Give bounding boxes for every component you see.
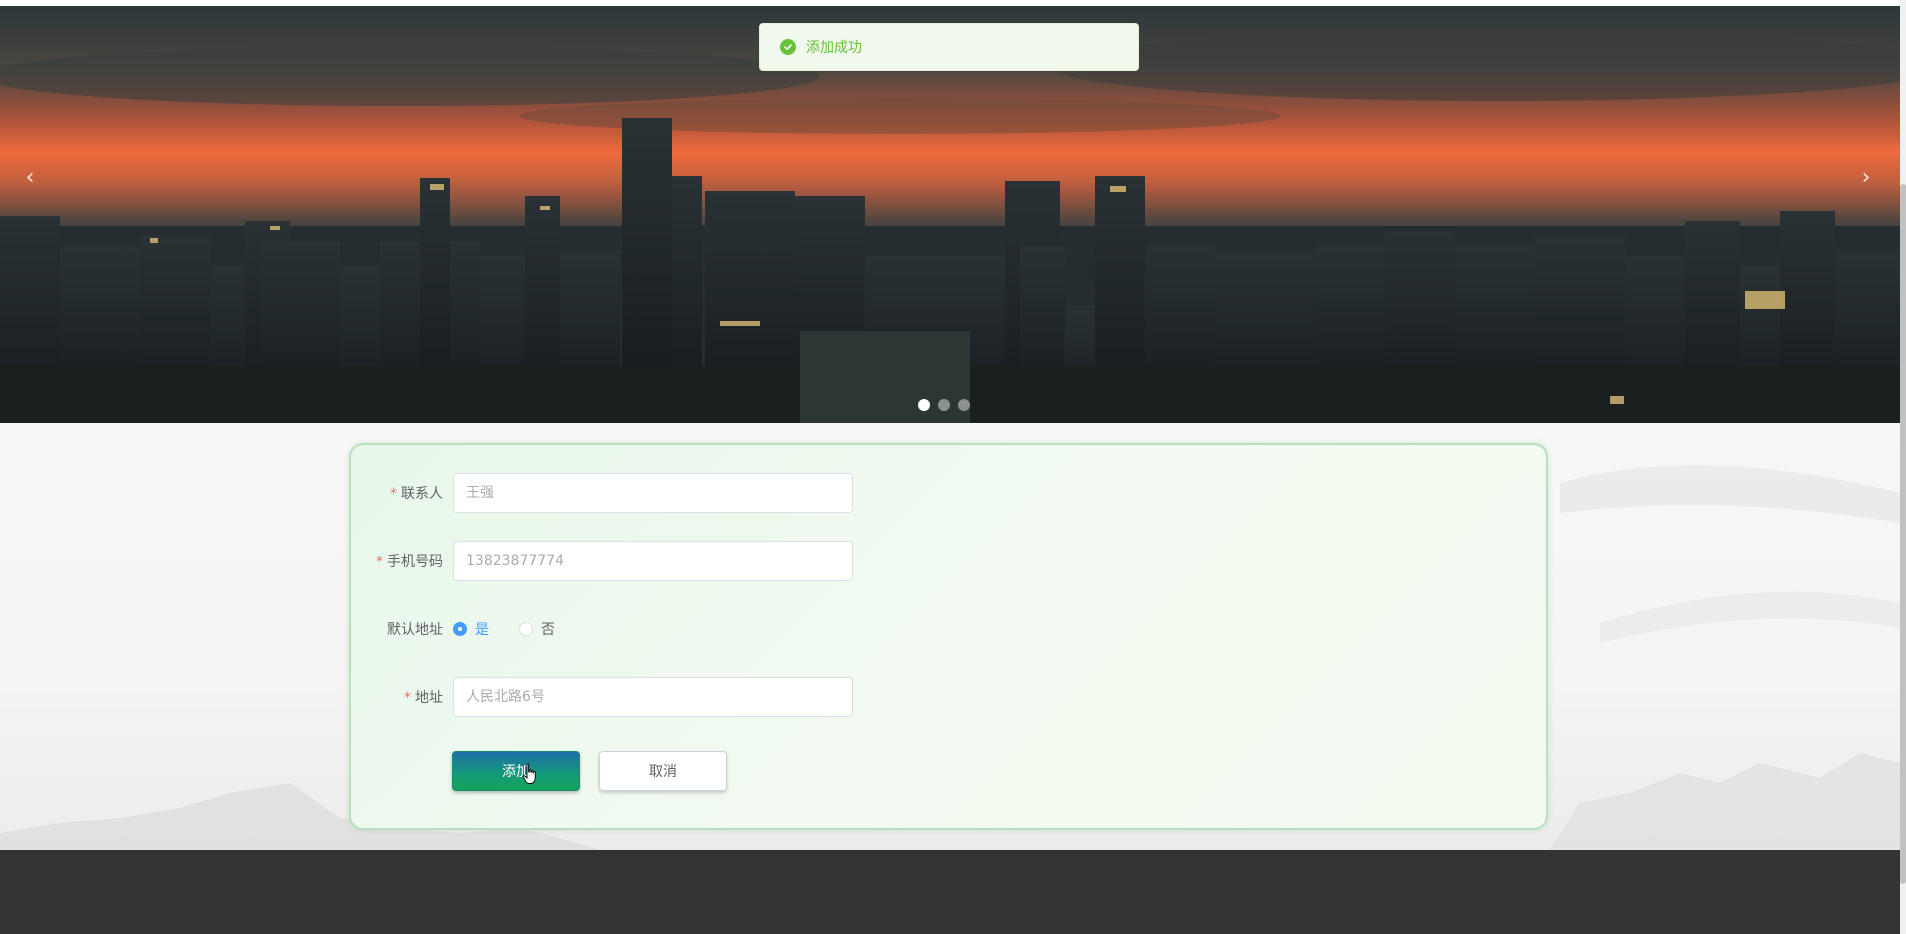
carousel-next-button[interactable]: › <box>1848 160 1884 196</box>
scrollbar-thumb[interactable] <box>1900 184 1906 884</box>
form-row-default-address: 默认地址 是 否 <box>351 609 585 649</box>
chevron-right-icon: › <box>1861 165 1871 190</box>
address-label: * 地址 <box>351 687 453 707</box>
carousel-prev-button[interactable]: ‹ <box>12 160 48 196</box>
toast-message: 添加成功 <box>806 40 862 56</box>
required-mark: * <box>390 486 397 502</box>
address-input[interactable] <box>453 677 853 717</box>
page: ‹ › 添加成功 * 联系人 王强 * 手机号码 13823877774 默认地… <box>0 0 1906 934</box>
form-row-contact: * 联系人 <box>351 473 853 513</box>
required-mark: * <box>376 554 383 570</box>
default-yes-radio[interactable]: 是 <box>453 619 489 639</box>
carousel-indicators <box>918 399 970 411</box>
default-no-radio[interactable]: 否 <box>519 619 555 639</box>
cancel-button[interactable]: 取消 <box>599 751 727 791</box>
carousel-indicator[interactable] <box>958 399 970 411</box>
contact-label-text: 联系人 <box>401 486 443 502</box>
check-circle-icon <box>780 39 796 55</box>
default-address-label: 默认地址 <box>387 622 443 638</box>
radio-unchecked-icon <box>519 622 533 636</box>
success-toast: 添加成功 <box>759 23 1139 71</box>
phone-input[interactable] <box>453 541 853 581</box>
address-label-text: 地址 <box>415 690 443 706</box>
required-mark: * <box>404 690 411 706</box>
chevron-left-icon: ‹ <box>25 165 35 190</box>
add-button[interactable]: 添加 <box>452 751 580 791</box>
contact-label: * 联系人 <box>351 483 453 503</box>
default-yes-label: 是 <box>475 622 489 638</box>
phone-label: * 手机号码 <box>351 551 453 571</box>
form-row-phone: * 手机号码 <box>351 541 853 581</box>
page-footer <box>0 850 1900 934</box>
contact-input[interactable] <box>453 473 853 513</box>
carousel-indicator[interactable] <box>938 399 950 411</box>
vertical-scrollbar[interactable] <box>1900 0 1906 934</box>
hand-cursor-icon <box>522 763 536 784</box>
form-row-address: * 地址 <box>351 677 853 717</box>
default-address-radio-group: 是 否 <box>453 619 585 639</box>
radio-checked-icon <box>453 622 467 636</box>
phone-label-text: 手机号码 <box>387 554 443 570</box>
carousel-indicator[interactable] <box>918 399 930 411</box>
default-no-label: 否 <box>541 622 555 638</box>
